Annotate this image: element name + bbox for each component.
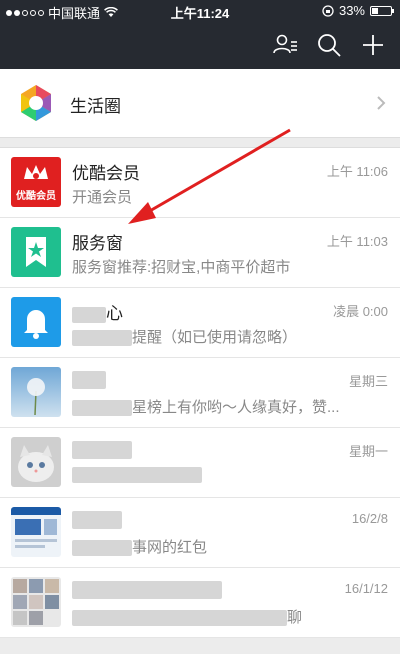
message-name: 优酷会员 <box>72 164 140 183</box>
youku-avatar: 优酷会员 <box>11 157 61 207</box>
bookmark-star-icon <box>26 237 46 267</box>
blurred-text <box>72 610 287 627</box>
life-circle-row[interactable]: 生活圈 <box>0 69 400 138</box>
add-icon[interactable] <box>360 32 386 58</box>
blurred-text <box>72 440 132 459</box>
life-circle-logo-icon <box>21 85 51 121</box>
message-time: 上午 11:03 <box>326 234 388 249</box>
message-name <box>72 509 122 529</box>
notification-avatar <box>11 297 61 347</box>
group-avatar <box>11 577 61 627</box>
search-icon[interactable] <box>316 32 342 58</box>
message-preview: 开通会员 <box>72 189 133 206</box>
message-preview: 服务窗推荐:招财宝,中商平价超市 <box>72 259 291 276</box>
rotation-lock-icon <box>322 4 334 17</box>
list-item-youku[interactable]: 优酷会员 优酷会员 上午 11:06 开通会员 <box>0 148 400 218</box>
message-name <box>72 579 222 599</box>
blurred-text <box>72 467 202 484</box>
message-time: 16/2/8 <box>351 511 388 526</box>
blurred-text <box>72 540 132 557</box>
service-window-avatar <box>11 227 61 277</box>
bell-icon <box>24 310 48 339</box>
list-item-group[interactable]: 16/1/12 聊 <box>0 568 400 638</box>
message-time: 16/1/12 <box>344 581 388 596</box>
blurred-text <box>72 510 122 529</box>
status-bar: 中国联通 上午11:24 33% <box>0 0 400 22</box>
message-name: 服务窗 <box>72 234 123 253</box>
contact-avatar <box>11 437 61 487</box>
kitten-photo-icon <box>18 445 54 482</box>
contacts-icon[interactable] <box>272 32 298 58</box>
webpage-thumbnail-icon <box>11 507 61 548</box>
list-item-contact[interactable]: 星期一 <box>0 428 400 498</box>
blurred-text <box>72 306 106 323</box>
list-item-contact[interactable]: 16/2/8 事网的红包 <box>0 498 400 568</box>
message-name <box>72 369 106 389</box>
message-name <box>72 439 132 459</box>
message-list: 优酷会员 优酷会员 上午 11:06 开通会员 服务窗 上午 11:03 服务窗… <box>0 147 400 638</box>
contact-avatar <box>11 367 61 417</box>
list-item-notification[interactable]: 心 凌晨 0:00 提醒（如已使用请忽略） <box>0 288 400 358</box>
message-preview: 聊 <box>72 606 302 627</box>
group-photos-icon <box>13 579 59 625</box>
message-name: 心 <box>72 299 123 324</box>
battery-icon <box>370 5 394 16</box>
life-circle-label: 生活圈 <box>70 97 121 116</box>
blurred-text <box>72 400 132 417</box>
top-bar: 中国联通 上午11:24 33% <box>0 0 400 69</box>
dandelion-photo-icon <box>27 378 45 416</box>
list-item-service-window[interactable]: 服务窗 上午 11:03 服务窗推荐:招财宝,中商平价超市 <box>0 218 400 288</box>
list-item-contact[interactable]: 星期三 星榜上有你哟～人缘真好，赞... <box>0 358 400 428</box>
blurred-text <box>72 370 106 389</box>
message-time: 凌晨 0:00 <box>333 304 388 319</box>
message-time: 星期一 <box>348 444 388 459</box>
message-preview: 提醒（如已使用请忽略） <box>72 326 297 347</box>
message-preview <box>72 466 202 484</box>
blurred-text <box>72 330 132 347</box>
message-preview: 事网的红包 <box>72 536 207 557</box>
message-preview: 星榜上有你哟～人缘真好，赞... <box>72 396 340 417</box>
chevron-right-icon <box>377 96 386 110</box>
message-time: 上午 11:06 <box>326 164 388 179</box>
message-time: 星期三 <box>348 374 388 389</box>
youku-avatar-text: 优酷会员 <box>16 191 56 202</box>
contact-avatar <box>11 507 61 557</box>
blurred-text <box>72 580 222 599</box>
battery-percent: 33% <box>338 3 365 18</box>
